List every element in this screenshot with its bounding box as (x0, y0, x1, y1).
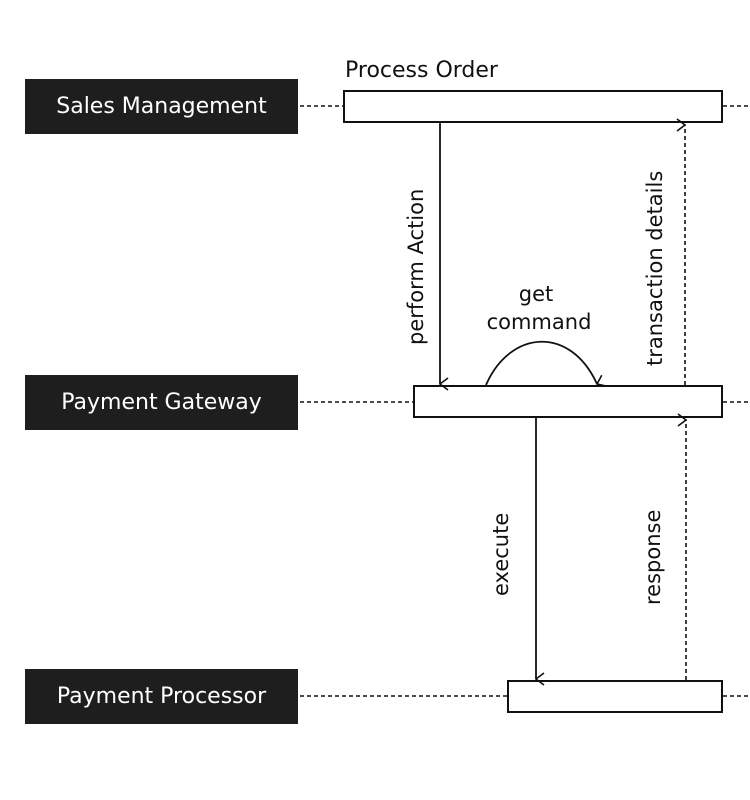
message-label-execute: execute (489, 513, 513, 596)
message-label-response: response (641, 510, 665, 605)
message-label-get: get (519, 282, 553, 306)
activation-label-process-order: Process Order (345, 58, 499, 83)
activation-sales[interactable] (343, 90, 723, 123)
message-label-perform-action: perform Action (404, 189, 428, 345)
sequence-diagram: Process Order perform Action get command… (300, 58, 750, 713)
message-label-transaction-details: transaction details (643, 171, 667, 366)
message-get-command-arrow[interactable] (485, 340, 597, 385)
activation-processor[interactable] (507, 680, 723, 713)
message-label-command: command (487, 310, 592, 334)
activation-gateway[interactable] (413, 385, 723, 418)
